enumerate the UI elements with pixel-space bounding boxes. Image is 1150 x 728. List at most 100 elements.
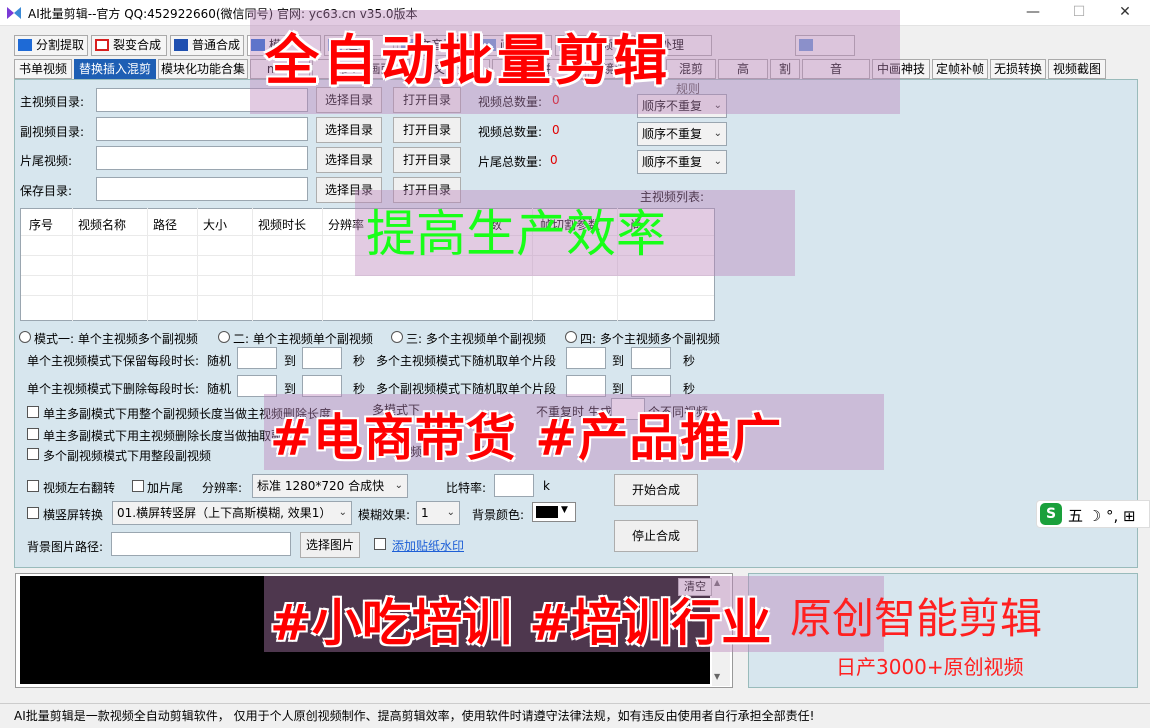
tab-fission-compose[interactable]: 裂变合成 [91,35,167,56]
delete-random-label: 随机 [207,382,232,396]
check-main-delete-length-label: 单主多副模式下用主视频删除长度当做抽取副 [43,429,284,443]
keep-min-input[interactable] [237,347,277,369]
chevron-down-icon: ⌄ [446,507,455,518]
keep-to-label: 到 [284,354,297,368]
col-divider [72,208,73,321]
bitrate-label: 比特率: [446,481,487,495]
chevron-down-icon: ⌄ [713,128,722,139]
row-divider [21,295,714,296]
chevron-down-icon: ⌄ [394,480,403,491]
subtab-module-collection[interactable]: 模块化功能合集 [158,59,248,79]
tail-open-dir-button[interactable]: 打开目录 [393,147,461,173]
sub-dir-input[interactable] [96,117,308,141]
multi-main-to-label: 到 [612,354,625,368]
add-watermark-link[interactable]: 添加贴纸水印 [392,537,464,554]
start-compose-button[interactable]: 开始合成 [614,474,698,506]
col-duration[interactable]: 视频时长 [258,216,306,233]
multi-main-sec-label: 秒 [683,354,696,368]
subtab-booklist-video[interactable]: 书单视频 [14,59,72,79]
subtab-lossless-convert[interactable]: 无损转换 [990,59,1046,79]
sub-open-dir-button[interactable]: 打开目录 [393,117,461,143]
col-divider [252,208,253,321]
mode-3-radio[interactable] [391,331,403,343]
bitrate-input[interactable] [494,474,534,497]
sub-order-select[interactable]: 顺序不重复 ⌄ [637,122,727,146]
mode-1-label: 模式一: 单个主视频多个副视频 [34,332,198,346]
col-divider [197,208,198,321]
keep-random-label: 随机 [207,354,232,368]
chevron-down-icon: ⌄ [713,156,722,167]
mode-3-label: 三: 多个主视频单个副视频 [406,332,546,346]
multi-main-max-input[interactable] [631,347,671,369]
ecommerce-text: #电商带货 #产品推广 [270,409,783,467]
keep-max-input[interactable] [302,347,342,369]
ime-logo-icon[interactable]: S [1040,503,1062,525]
sub-choose-dir-button[interactable]: 选择目录 [316,117,382,143]
tab-normal-compose[interactable]: 普通合成 [170,35,244,56]
col-index[interactable]: 序号 [29,216,53,233]
bg-color-picker[interactable]: ▼ [532,502,576,522]
chevron-down-icon: ⌄ [338,507,347,518]
headline-text: 全自动批量剪辑 [265,29,671,92]
bitrate-unit: k [543,479,550,493]
ime-status[interactable]: 五 ☽ °, ⊞ [1068,505,1136,526]
app-logo-icon [7,7,21,19]
save-dir-input[interactable] [96,177,308,201]
main-dir-label: 主视频目录: [20,95,85,109]
subtab-freeze-frame[interactable]: 定帧补帧 [932,59,988,79]
check-flip-horizontal[interactable] [27,480,39,492]
orientation-select[interactable]: 01.横屏转竖屏（上下高斯模糊, 效果1） ⌄ [112,501,352,525]
mode-2-radio[interactable] [218,331,230,343]
mode-1-radio[interactable] [19,331,31,343]
fission-icon [95,39,109,51]
blur-effect-label: 模糊效果: [358,508,411,522]
col-video-name[interactable]: 视频名称 [78,216,126,233]
col-path[interactable]: 路径 [153,216,177,233]
stop-compose-button[interactable]: 停止合成 [614,520,698,552]
check-main-delete-length[interactable] [27,428,39,440]
check-add-tail[interactable] [132,480,144,492]
chevron-down-icon: ▼ [561,505,568,515]
flip-horizontal-label: 视频左右翻转 [43,481,116,495]
training-text: #小吃培训 #培训行业 [270,594,772,652]
keep-duration-label: 单个主视频模式下保留每段时长: [27,354,200,368]
tail-total-count: 0 [550,153,558,167]
sub-dir-label: 副视频目录: [20,125,85,139]
status-text: AI批量剪辑是一款视频全自动剪辑软件， 仅用于个人原创视频制作、提高剪辑效率，使… [14,709,815,723]
tail-choose-dir-button[interactable]: 选择目录 [316,147,382,173]
tail-video-label: 片尾视频: [20,154,73,168]
efficiency-text: 提高生产效率 [366,205,666,263]
check-full-sub-video-label: 多个副视频模式下用整段副视频 [43,449,212,463]
blur-effect-select[interactable]: 1 ⌄ [416,501,460,525]
tail-order-select[interactable]: 顺序不重复 ⌄ [637,150,727,174]
split-icon [18,39,32,51]
minimize-button[interactable]: — [1010,0,1056,26]
sub-total-label: 视频总数量: [478,125,543,139]
bg-image-path-input[interactable] [111,532,291,556]
check-watermark[interactable] [374,538,386,550]
multi-main-min-input[interactable] [566,347,606,369]
col-divider [147,208,148,321]
check-full-sub-video[interactable] [27,448,39,460]
col-size[interactable]: 大小 [203,216,227,233]
multi-main-label: 多个主视频模式下随机取单个片段 [376,354,557,368]
bg-color-label: 背景颜色: [472,508,525,522]
mode-4-radio[interactable] [565,331,577,343]
check-orientation-convert[interactable] [27,507,39,519]
subtab-video-screenshot[interactable]: 视频截图 [1048,59,1106,79]
close-button[interactable]: ✕ [1102,0,1148,26]
bg-image-path-label: 背景图片路径: [27,540,104,554]
check-whole-sub-length[interactable] [27,406,39,418]
maximize-button[interactable]: ☐ [1056,0,1102,26]
resolution-select[interactable]: 标准 1280*720 合成快 ⌄ [252,474,408,498]
color-swatch [536,506,558,518]
subtab-replace-insert-mix[interactable]: 替换插入混剪 [74,59,156,79]
scroll-down-icon[interactable]: ▼ [714,672,720,681]
tail-video-input[interactable] [96,146,308,170]
resolution-label: 分辨率: [202,481,243,495]
col-divider [322,208,323,321]
choose-image-button[interactable]: 选择图片 [300,532,360,558]
tab-split-extract[interactable]: 分割提取 [14,35,88,56]
promo-headline: 原创智能剪辑 [790,594,1043,643]
play-icon [174,39,188,51]
